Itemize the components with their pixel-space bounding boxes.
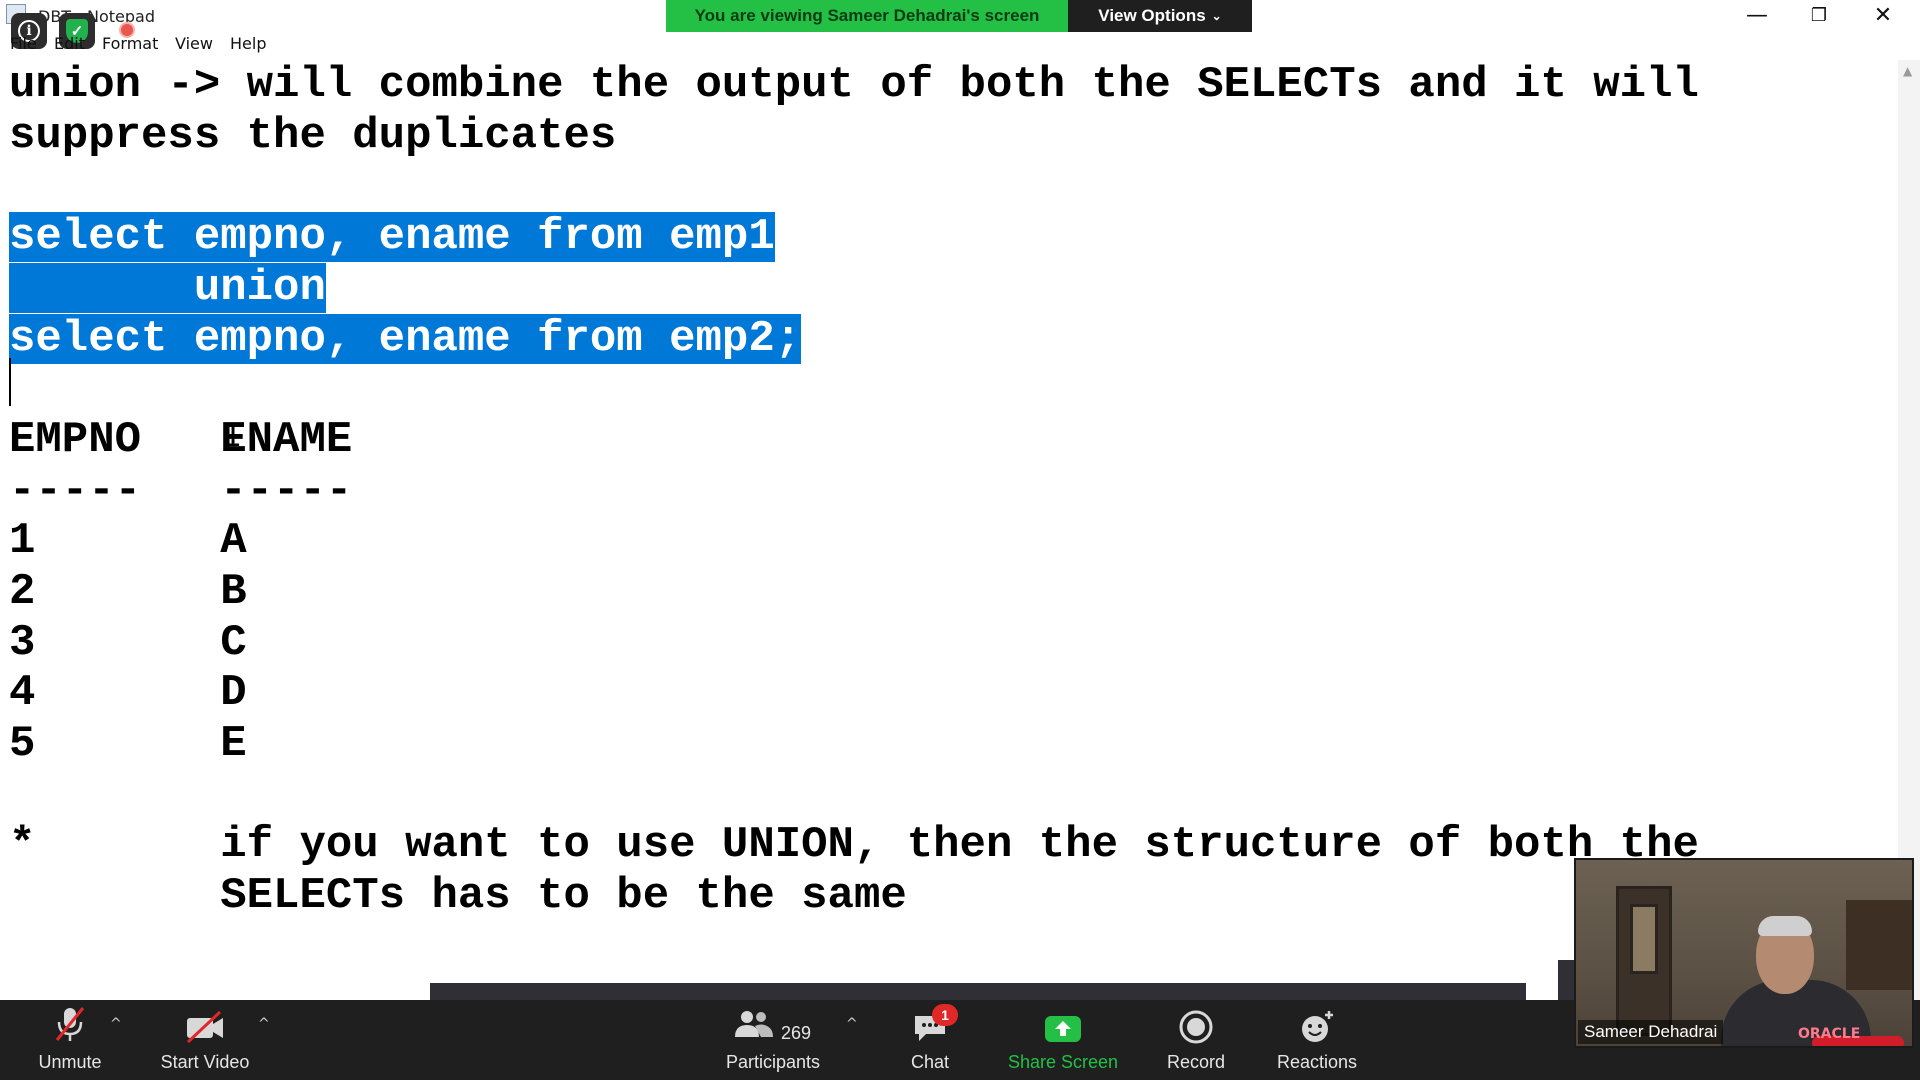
editor-line: SELECTs has to be the same — [9, 871, 907, 921]
text-caret — [9, 358, 11, 406]
screen-share-banner: You are viewing Sameer Dehadrai's screen… — [666, 0, 1252, 32]
speaker-video-tile[interactable]: ORACLE Sameer Dehadrai — [1574, 858, 1914, 1048]
speaker-hair — [1758, 916, 1812, 936]
close-button[interactable]: ✕ — [1852, 0, 1914, 30]
record-icon — [1179, 1000, 1213, 1044]
editor-line: 4 D — [9, 668, 247, 718]
chat-unread-badge: 1 — [932, 1004, 958, 1026]
selected-line: select empno, ename from emp2; — [9, 314, 802, 364]
editor-line: suppress the duplicates — [9, 111, 617, 161]
unmute-button[interactable]: Unmute — [30, 1000, 110, 1080]
participants-caret-icon[interactable]: ^ — [846, 1016, 858, 1032]
video-shelf — [1846, 900, 1912, 990]
selected-line: union — [9, 263, 326, 313]
share-screen-label: Share Screen — [1007, 1052, 1119, 1072]
record-label: Record — [1166, 1052, 1226, 1072]
selected-line: select empno, ename from emp1 — [9, 212, 775, 262]
menu-help[interactable]: Help — [230, 34, 266, 53]
start-video-label: Start Video — [160, 1052, 250, 1072]
chevron-down-icon: ⌄ — [1211, 9, 1222, 23]
menu-format[interactable]: Format — [102, 34, 158, 53]
minimize-button[interactable]: — — [1726, 0, 1788, 30]
chat-label: Chat — [910, 1052, 950, 1072]
shirt-logo: ORACLE — [1798, 1026, 1861, 1042]
ibeam-cursor-icon: I — [224, 419, 243, 454]
muted-microphone-icon — [53, 1000, 87, 1044]
share-banner-message: You are viewing Sameer Dehadrai's screen — [666, 0, 1068, 32]
editor-line: ----- ----- — [9, 466, 353, 516]
share-screen-icon — [1044, 1000, 1082, 1044]
audio-options-caret-icon[interactable]: ^ — [110, 1016, 122, 1032]
start-video-button[interactable]: Start Video — [155, 1000, 255, 1080]
unmute-label: Unmute — [38, 1052, 102, 1072]
reactions-smiley-icon — [1299, 1000, 1335, 1044]
video-off-icon — [184, 1000, 226, 1044]
record-button[interactable]: Record — [1156, 1000, 1236, 1080]
share-screen-button[interactable]: Share Screen — [1000, 1000, 1126, 1080]
editor-line: EMPNO ENAME — [9, 415, 353, 465]
menu-file[interactable]: File — [10, 34, 37, 53]
editor-line: 3 C — [9, 618, 247, 668]
view-options-label: View Options — [1098, 6, 1206, 25]
video-wall-frame — [1630, 904, 1658, 974]
editor-line: * if you want to use UNION, then the str… — [9, 820, 1699, 870]
view-options-button[interactable]: View Options ⌄ — [1068, 0, 1252, 32]
menu-edit[interactable]: Edit — [54, 34, 85, 53]
reactions-button[interactable]: Reactions — [1272, 1000, 1362, 1080]
participants-button[interactable]: 269 Participants — [718, 1000, 828, 1080]
restore-button[interactable]: ❐ — [1788, 0, 1850, 30]
scroll-up-arrow-icon[interactable]: ▲ — [1903, 64, 1912, 78]
speaker-name-label: Sameer Dehadrai — [1578, 1020, 1724, 1044]
participants-count: 269 — [780, 1023, 812, 1043]
editor-line: union -> will combine the output of both… — [9, 60, 1699, 110]
share-frame-edge — [430, 983, 1526, 1001]
reactions-label: Reactions — [1276, 1052, 1358, 1072]
editor-line: 2 B — [9, 567, 247, 617]
window-title: DBT - Notepad — [38, 7, 156, 26]
participants-icon — [734, 1009, 773, 1044]
editor-line: 5 E — [9, 719, 247, 769]
menu-view[interactable]: View — [175, 34, 213, 53]
video-options-caret-icon[interactable]: ^ — [258, 1016, 270, 1032]
editor-line: 1 A — [9, 516, 247, 566]
participants-label: Participants — [725, 1052, 821, 1072]
